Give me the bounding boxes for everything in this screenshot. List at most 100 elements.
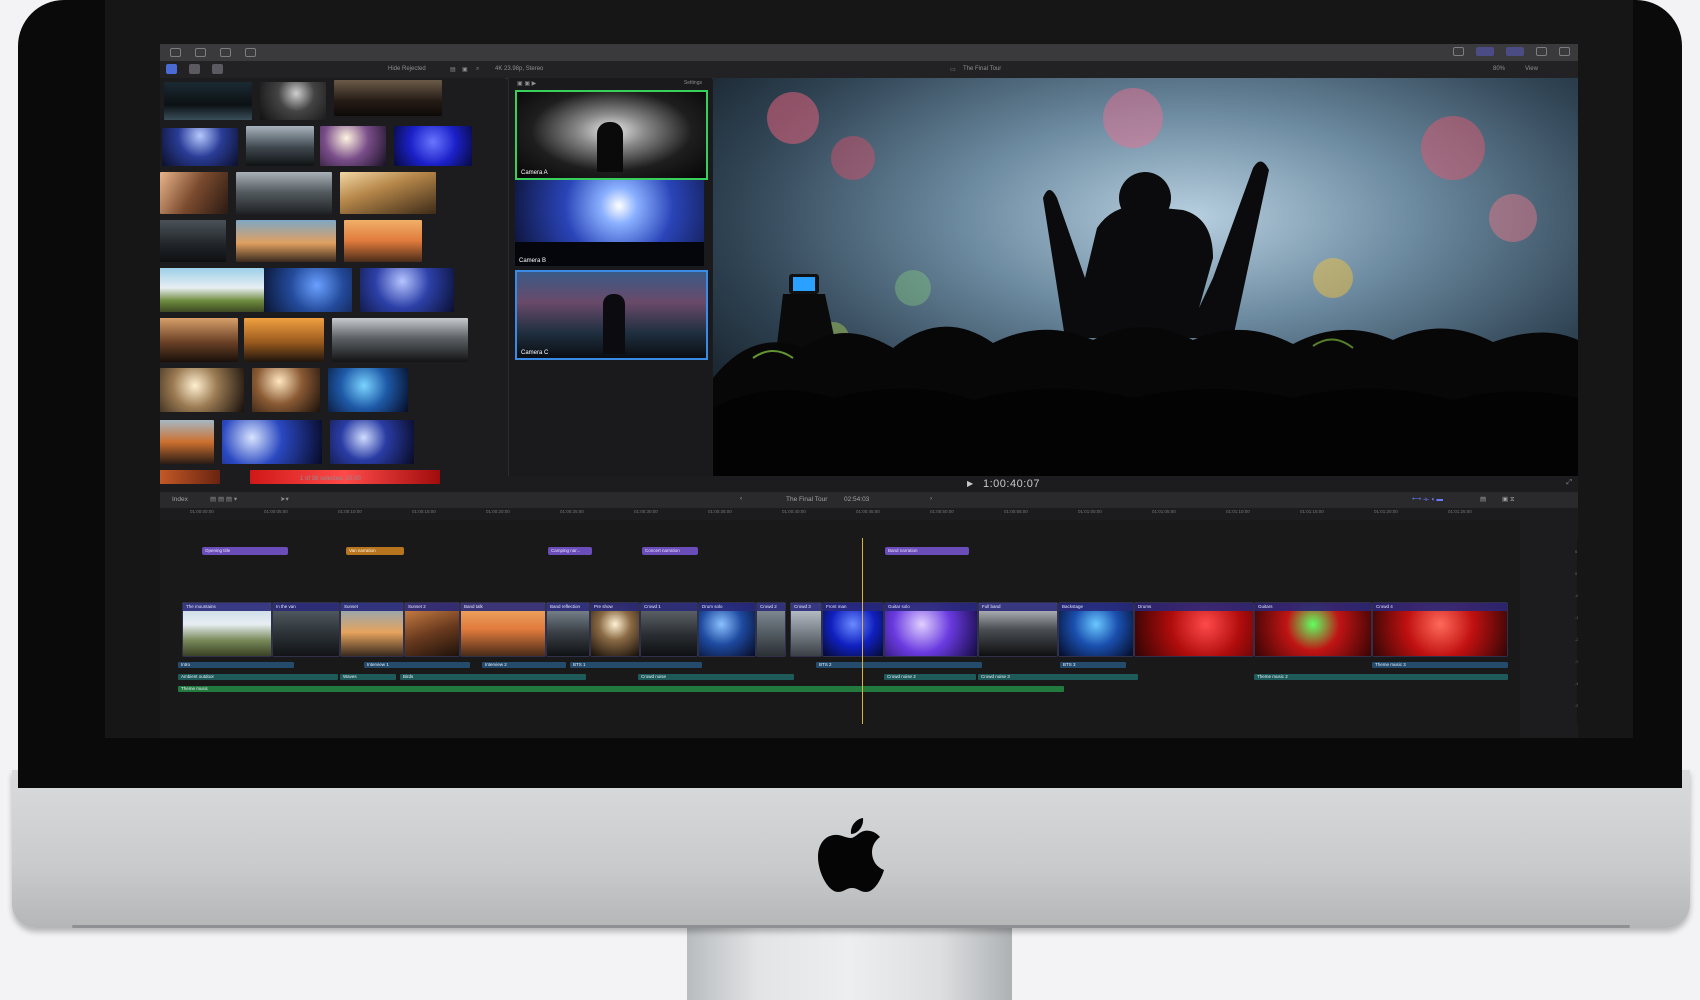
browser-thumbnail[interactable] <box>334 80 442 116</box>
timeline-clip[interactable]: The mountains <box>182 602 272 657</box>
browser-thumbnail[interactable] <box>246 126 314 166</box>
title-clip[interactable]: Van narration <box>346 547 404 555</box>
browser-thumbnail[interactable] <box>330 420 414 464</box>
browser-thumbnail[interactable] <box>236 172 332 214</box>
skimming-icons[interactable]: ⟷ ⟛ ◖ ▬ <box>1412 495 1443 504</box>
audio-clip[interactable]: Crowd noise <box>638 674 794 680</box>
browser-thumbnail[interactable] <box>360 268 454 312</box>
angle-camera-c[interactable]: Camera C <box>515 270 708 360</box>
photos-audio-icon[interactable] <box>189 64 200 74</box>
title-clip[interactable]: Band narration <box>885 547 969 555</box>
timeline-clip[interactable]: Crowd 1 <box>640 602 698 657</box>
select-tool-icon[interactable]: ➤▾ <box>280 495 289 503</box>
browser-thumbnail[interactable] <box>160 420 214 464</box>
angle-camera-a[interactable]: Camera A <box>515 90 708 180</box>
audio-clip[interactable]: Interview 1 <box>364 662 470 668</box>
view-menu[interactable]: View <box>1525 66 1538 72</box>
timeline-clip[interactable]: Band reflection <box>546 602 590 657</box>
audio-clip[interactable]: Theme music 3 <box>1372 662 1508 668</box>
browser-thumbnail[interactable] <box>222 420 322 464</box>
effects-browser-icon[interactable]: ▣ ⧖ <box>1502 495 1515 504</box>
timeline-index-button[interactable]: Index <box>172 496 188 503</box>
audio-clip[interactable]: Intro <box>178 662 294 668</box>
timeline-clip[interactable]: Front man <box>822 602 884 657</box>
title-clip[interactable]: Camping nar... <box>548 547 592 555</box>
browser-thumbnail[interactable] <box>344 220 422 262</box>
timeline-clip[interactable]: Drum solo <box>698 602 756 657</box>
history-back-icon[interactable]: ‹ <box>740 495 742 502</box>
libraries-icon[interactable] <box>166 64 177 74</box>
browser-thumbnail[interactable] <box>160 268 264 312</box>
timeline-clip[interactable]: Guitar solo <box>884 602 978 657</box>
clip-appearance-icon[interactable]: ▤ <box>1480 495 1486 503</box>
layout-toggle-timeline[interactable] <box>1506 47 1524 56</box>
audio-clip[interactable]: Birds <box>400 674 586 680</box>
browser-thumbnail[interactable] <box>320 126 386 166</box>
fullscreen-icon[interactable]: ⤢ <box>1566 479 1572 487</box>
keyword-icon[interactable] <box>195 48 206 57</box>
browser-thumbnail[interactable] <box>160 172 228 214</box>
import-icon[interactable] <box>170 48 181 57</box>
timeline-clip[interactable]: In the van <box>272 602 340 657</box>
audio-clip[interactable]: BTS 3 <box>1060 662 1126 668</box>
zoom-menu[interactable]: 80% <box>1493 66 1505 72</box>
play-icon[interactable]: ▶ <box>967 479 973 488</box>
titles-generators-icon[interactable] <box>212 64 223 74</box>
audio-clip[interactable]: Theme music 2 <box>1254 674 1508 680</box>
viewer[interactable] <box>713 78 1578 476</box>
browser-thumbnail[interactable] <box>244 318 324 362</box>
audio-clip[interactable]: Crowd noise 3 <box>978 674 1138 680</box>
timeline-clip[interactable]: Drums <box>1134 602 1254 657</box>
background-tasks-icon[interactable] <box>220 48 231 57</box>
layout-toggle-browser[interactable] <box>1476 47 1494 56</box>
browser-thumbnail[interactable] <box>160 318 238 362</box>
title-clip[interactable]: Opening title <box>202 547 288 555</box>
timeline-clip[interactable]: Backstage <box>1058 602 1134 657</box>
angle-settings-menu[interactable]: Settings <box>684 80 702 86</box>
browser-thumbnail[interactable] <box>328 368 408 412</box>
browser-thumbnail[interactable] <box>260 82 326 120</box>
audio-clip[interactable]: Waves <box>340 674 396 680</box>
audio-clip[interactable]: Ambient outdoor <box>178 674 338 680</box>
timeline-clip[interactable]: Guitars <box>1254 602 1372 657</box>
angle-camera-b[interactable]: Camera B <box>515 180 704 266</box>
audio-clip[interactable]: Interview 2 <box>482 662 566 668</box>
timecode-display[interactable]: 1:00:40:07 <box>983 478 1040 490</box>
filmstrip-icon[interactable]: ▣ <box>462 66 468 73</box>
browser-thumbnail[interactable] <box>160 368 244 412</box>
browser-thumbnail[interactable] <box>264 268 352 312</box>
browser-thumbnail[interactable] <box>164 82 252 120</box>
browser-thumbnail[interactable] <box>340 172 436 214</box>
timeline-clip[interactable]: Pre show <box>590 602 640 657</box>
timeline-clip[interactable]: Band talk <box>460 602 546 657</box>
search-icon[interactable]: ⌕ <box>476 66 479 73</box>
browser-thumbnail[interactable] <box>394 126 472 166</box>
clip-appearance-icon[interactable]: ▤ <box>450 66 456 73</box>
history-forward-icon[interactable]: › <box>930 495 932 502</box>
title-clip[interactable]: Concert narration <box>642 547 698 555</box>
audio-clip[interactable]: BTS 2 <box>816 662 982 668</box>
timeline-clip[interactable]: Full band <box>978 602 1058 657</box>
timeline-clip[interactable]: Crowd 4 <box>1372 602 1508 657</box>
inspector-icon[interactable] <box>1536 47 1547 56</box>
timeline-clip[interactable]: Crowd 3 <box>790 602 822 657</box>
share-icon[interactable] <box>245 48 256 57</box>
playhead[interactable] <box>862 538 863 724</box>
browser-thumbnail[interactable] <box>160 220 226 262</box>
timeline-clip[interactable]: Sunset <box>340 602 404 657</box>
timeline-clip[interactable]: Crowd 2 <box>756 602 786 657</box>
export-icon[interactable] <box>1559 47 1570 56</box>
music-clip[interactable]: Theme music <box>178 686 1064 692</box>
edit-tools-icons[interactable]: ▤ ▤ ▤ ▾ <box>210 495 237 503</box>
audio-clip[interactable]: BTS 1 <box>570 662 702 668</box>
timeline-clip[interactable]: Sunset 2 <box>404 602 460 657</box>
workspace-icon[interactable] <box>1453 47 1464 56</box>
browser-thumbnail[interactable] <box>252 368 320 412</box>
audio-clip[interactable]: Crowd noise 2 <box>884 674 976 680</box>
browser-thumbnail[interactable] <box>162 128 238 166</box>
hide-rejected-filter[interactable]: Hide Rejected <box>388 66 426 72</box>
browser-thumbnail[interactable] <box>160 470 220 484</box>
browser-thumbnail[interactable] <box>332 318 468 362</box>
angle-view-icons[interactable]: ▣ ▣ ▶ <box>517 80 536 87</box>
browser-thumbnail[interactable] <box>236 220 336 262</box>
